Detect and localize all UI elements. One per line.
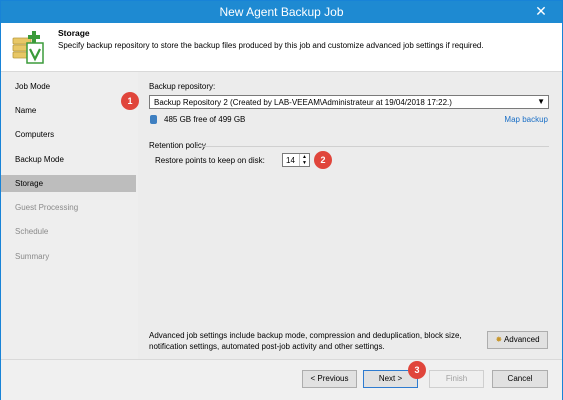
close-icon[interactable]: ✕	[522, 1, 560, 21]
dialog-window: New Agent Backup Job ✕ Storage Specify b…	[0, 0, 563, 400]
sidebar-item-storage[interactable]: Storage	[1, 175, 136, 192]
decrement-icon[interactable]: ▼	[299, 160, 309, 166]
wizard-steps: Job Mode Name Computers Backup Mode Stor…	[1, 72, 138, 359]
callout-marker-2: 2	[314, 151, 332, 169]
retention-divider	[196, 146, 549, 147]
page-title: Storage	[58, 28, 90, 38]
free-space-text: 485 GB free of 499 GB	[164, 115, 246, 124]
database-icon	[150, 115, 157, 124]
sidebar-item-computers[interactable]: Computers	[1, 126, 136, 143]
title-bar[interactable]: New Agent Backup Job ✕	[1, 1, 562, 23]
advanced-button-label: Advanced	[503, 335, 540, 344]
window-title: New Agent Backup Job	[219, 5, 344, 19]
repository-select[interactable]: Backup Repository 2 (Created by LAB-VEEA…	[149, 95, 549, 109]
storage-wizard-icon	[12, 31, 44, 64]
callout-marker-3: 3	[408, 361, 426, 379]
sidebar-item-schedule: Schedule	[15, 227, 49, 236]
repository-label: Backup repository:	[149, 82, 216, 91]
advanced-button[interactable]: ✸ Advanced	[487, 331, 548, 349]
sidebar-item-summary: Summary	[15, 252, 50, 261]
restore-points-value[interactable]: 14	[286, 156, 295, 165]
storage-panel: Backup repository: Backup Repository 2 (…	[138, 72, 562, 359]
wizard-header: Storage Specify backup repository to sto…	[1, 23, 562, 72]
previous-button[interactable]: < Previous	[302, 370, 357, 388]
cancel-button[interactable]: Cancel	[492, 370, 548, 388]
callout-marker-1: 1	[121, 92, 139, 110]
page-description: Specify backup repository to store the b…	[58, 41, 484, 50]
chevron-down-icon[interactable]: ▼	[537, 97, 545, 106]
restore-points-stepper[interactable]: 14 ▲ ▼	[282, 153, 310, 167]
restore-points-label: Restore points to keep on disk:	[155, 156, 265, 165]
repository-value: Backup Repository 2 (Created by LAB-VEEA…	[154, 98, 452, 107]
sidebar-item-backup-mode[interactable]: Backup Mode	[1, 151, 136, 168]
gear-icon: ✸	[495, 335, 503, 344]
wizard-footer: < Previous Next > Finish Cancel 3	[1, 359, 562, 400]
sidebar-item-job-mode[interactable]: Job Mode	[1, 78, 136, 95]
advanced-description: Advanced job settings include backup mod…	[149, 331, 462, 351]
sidebar-item-name[interactable]: Name	[1, 102, 136, 119]
sidebar-item-guest-processing: Guest Processing	[15, 203, 79, 212]
map-backup-link[interactable]: Map backup	[504, 115, 548, 124]
finish-button: Finish	[429, 370, 484, 388]
